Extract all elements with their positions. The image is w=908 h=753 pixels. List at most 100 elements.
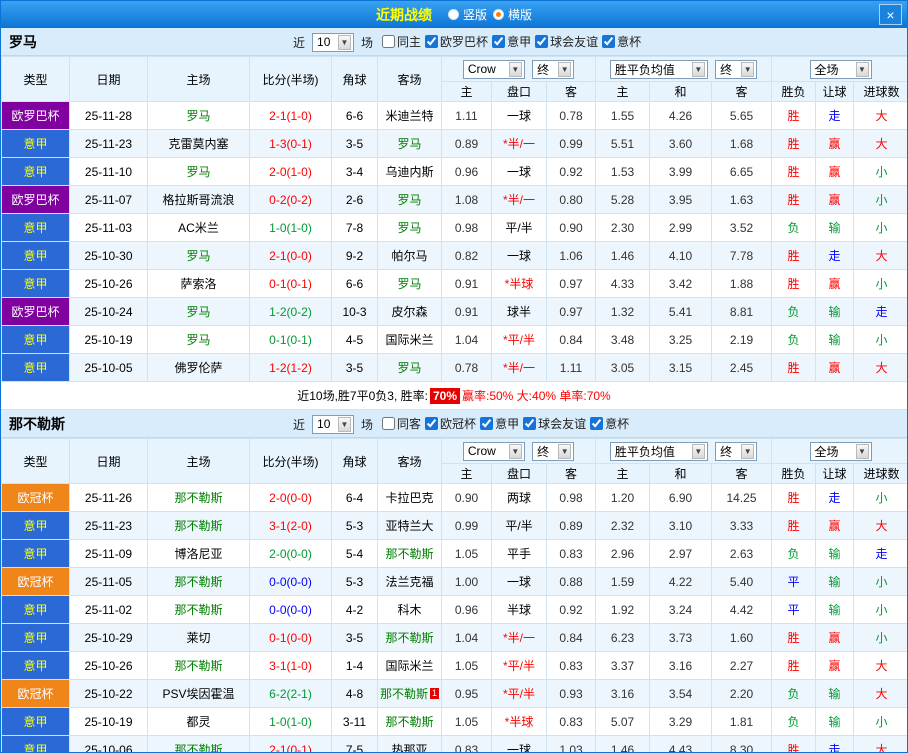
cell-avg-home: 1.59 <box>595 567 650 596</box>
checkbox-input[interactable] <box>492 35 506 48</box>
filter-checkbox-欧罗巴杯[interactable]: 欧罗巴杯 <box>425 33 488 50</box>
cell-result: 胜 <box>771 483 816 512</box>
header-row-top: 类型 日期 主场 比分(半场) 角球 客场 Crow ▼ 终 ▼ 胜平负均值 ▼ 终 ▼ <box>1 438 907 484</box>
cell-avg-away: 8.81 <box>711 297 772 326</box>
scope-select[interactable]: 全场 ▼ <box>809 441 872 461</box>
bookmaker-select[interactable]: Crow ▼ <box>462 59 525 79</box>
cell-odds-line: *半/一 <box>491 129 547 158</box>
filter-checkbox-意杯[interactable]: 意杯 <box>590 415 629 432</box>
cell-home-team: 莱切 <box>147 623 250 652</box>
filter-checkbox-同主[interactable]: 同主 <box>382 33 421 50</box>
checkbox-input[interactable] <box>425 417 439 430</box>
cell-competition: 意甲 <box>1 157 70 186</box>
cell-odds-home: 0.89 <box>441 129 492 158</box>
cell-date: 25-11-26 <box>69 483 148 512</box>
checkbox-input[interactable] <box>382 35 396 48</box>
close-button[interactable]: × <box>879 4 902 25</box>
filter-checkbox-欧冠杯[interactable]: 欧冠杯 <box>425 415 476 432</box>
cell-date: 25-10-05 <box>69 353 148 382</box>
avg-group-header: 胜平负均值 ▼ 终 ▼ <box>595 438 772 464</box>
cell-away-team: 那不勒斯 1 <box>377 679 442 708</box>
cell-avg-draw: 2.99 <box>649 213 712 242</box>
bookmaker-select[interactable]: Crow ▼ <box>462 441 525 461</box>
scope-select[interactable]: 全场 ▼ <box>809 59 872 79</box>
cell-date: 25-10-06 <box>69 735 148 752</box>
cell-odds-away: 0.78 <box>546 101 596 130</box>
filter-checkbox-意甲[interactable]: 意甲 <box>492 33 531 50</box>
cell-odds-away: 0.92 <box>546 595 596 624</box>
odds-time-select[interactable]: 终 ▼ <box>532 441 575 461</box>
cell-home-team: 罗马 <box>147 297 250 326</box>
checkbox-input[interactable] <box>535 35 549 48</box>
cell-away-team: 罗马 <box>377 213 442 242</box>
cell-away-team: 罗马 <box>377 129 442 158</box>
cell-odds-line: 一球 <box>491 567 547 596</box>
col-header-odds-line: 盘口 <box>491 81 547 102</box>
cell-home-team: 都灵 <box>147 707 250 736</box>
cell-odds-home: 0.98 <box>441 213 492 242</box>
cell-score: 2-0(1-0) <box>249 157 332 186</box>
cell-odds-away: 0.84 <box>546 623 596 652</box>
cell-competition: 意甲 <box>1 595 70 624</box>
cell-odds-away: 0.98 <box>546 483 596 512</box>
cell-result: 负 <box>771 679 816 708</box>
cell-goals-result: 小 <box>852 707 907 736</box>
filter-checkbox-同客[interactable]: 同客 <box>382 415 421 432</box>
cell-date: 25-10-22 <box>69 679 148 708</box>
cell-avg-home: 5.07 <box>595 707 650 736</box>
cell-away-team: 那不勒斯 <box>377 539 442 568</box>
avg-select[interactable]: 胜平负均值 ▼ <box>609 59 708 79</box>
cell-goals-result: 大 <box>852 735 907 752</box>
avg-time-select[interactable]: 终 ▼ <box>715 441 758 461</box>
cell-odds-away: 0.97 <box>546 269 596 298</box>
col-header-avg-draw: 和 <box>649 81 712 102</box>
cell-competition: 欧冠杯 <box>1 567 70 596</box>
checkbox-input[interactable] <box>523 417 537 430</box>
checkbox-input[interactable] <box>382 417 396 430</box>
cell-away-team: 国际米兰 <box>377 325 442 354</box>
cell-result: 平 <box>771 595 816 624</box>
cell-home-team: 那不勒斯 <box>147 651 250 680</box>
avg-time-select[interactable]: 终 ▼ <box>715 59 758 79</box>
cell-corners: 2-6 <box>331 185 378 214</box>
cell-competition: 意甲 <box>1 539 70 568</box>
cell-date: 25-11-02 <box>69 595 148 624</box>
cell-corners: 1-4 <box>331 651 378 680</box>
match-row: 意甲 25-10-26 那不勒斯 3-1(1-0) 1-4 国际米兰 1.05 *平/半 0.8… <box>1 651 907 680</box>
col-header-avg-home: 主 <box>595 463 650 484</box>
filter-checkbox-球会友谊[interactable]: 球会友谊 <box>535 33 598 50</box>
cell-avg-home: 2.32 <box>595 511 650 540</box>
checkbox-input[interactable] <box>480 417 494 430</box>
orientation-radio-horizontal[interactable]: 横版 <box>493 6 532 23</box>
filter-checkbox-球会友谊[interactable]: 球会友谊 <box>523 415 586 432</box>
cell-odds-away: 1.03 <box>546 735 596 752</box>
checkbox-input[interactable] <box>425 35 439 48</box>
odds-time-select[interactable]: 终 ▼ <box>532 59 575 79</box>
match-row: 欧冠杯 25-11-05 那不勒斯 0-0(0-0) 5-3 法兰克福 1.00 一球 0.88… <box>1 567 907 596</box>
cell-handicap-result: 走 <box>815 101 854 130</box>
cell-odds-home: 0.91 <box>441 269 492 298</box>
match-row: 意甲 25-11-10 罗马 2-0(1-0) 3-4 乌迪内斯 0.96 一球 0.92 1.5… <box>1 157 907 186</box>
col-header-corner: 角球 <box>331 56 378 102</box>
checkbox-input[interactable] <box>602 35 616 48</box>
checkbox-input[interactable] <box>590 417 604 430</box>
cell-result: 负 <box>771 213 816 242</box>
cell-avg-draw: 4.43 <box>649 735 712 752</box>
filter-checkbox-意甲[interactable]: 意甲 <box>480 415 519 432</box>
cell-avg-home: 4.33 <box>595 269 650 298</box>
orientation-radio-vertical[interactable]: 竖版 <box>447 6 487 23</box>
checkbox-label: 欧冠杯 <box>440 417 477 431</box>
filter-checkbox-意杯[interactable]: 意杯 <box>602 33 641 50</box>
cell-score: 1-2(0-2) <box>249 297 332 326</box>
col-header-handicap: 让球 <box>815 81 854 102</box>
team-name: 那不勒斯 <box>9 416 65 432</box>
cell-result: 胜 <box>771 511 816 540</box>
col-header-goals: 进球数 <box>852 463 907 484</box>
bookmaker-select-value: Crow <box>467 444 496 458</box>
match-count-select[interactable]: 10 ▼ <box>312 32 355 52</box>
results-table: 类型 日期 主场 比分(半场) 角球 客场 Crow ▼ 终 ▼ 胜平负均值 ▼ 终 ▼ <box>1 438 907 752</box>
avg-select[interactable]: 胜平负均值 ▼ <box>609 441 708 461</box>
cell-odds-home: 1.05 <box>441 707 492 736</box>
avg-group-header: 胜平负均值 ▼ 终 ▼ <box>595 56 772 82</box>
match-count-select[interactable]: 10 ▼ <box>312 414 355 434</box>
